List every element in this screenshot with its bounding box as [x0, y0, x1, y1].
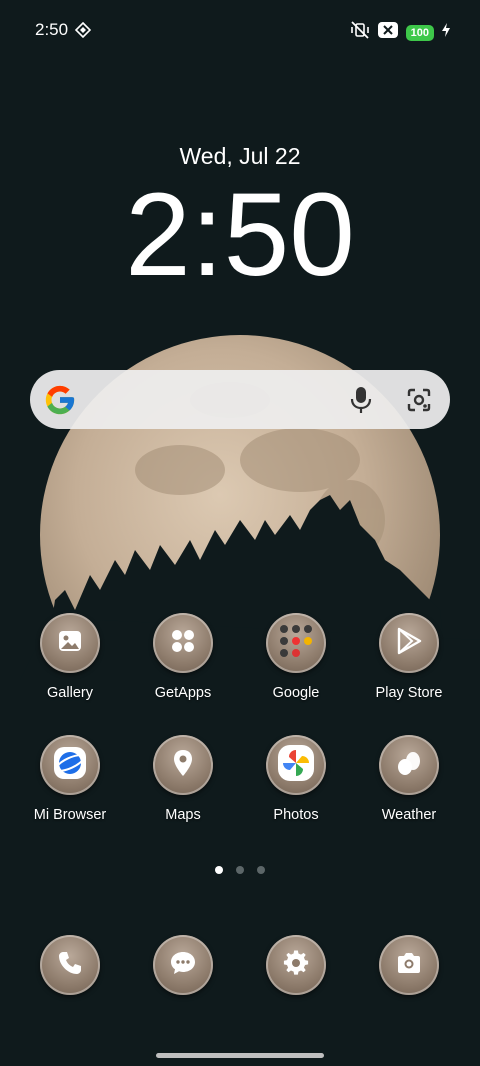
- google-g-icon: [43, 383, 77, 422]
- gallery-icon: [57, 628, 83, 659]
- photos-icon: [278, 744, 314, 786]
- play-store-app[interactable]: [379, 613, 439, 673]
- status-time: 2:50: [35, 20, 69, 39]
- app-label-mi-browser: Mi Browser: [33, 807, 107, 823]
- app-label-photos: Photos: [273, 807, 319, 823]
- phone-icon: [57, 950, 83, 981]
- status-bar: 2:50 100: [0, 0, 480, 62]
- page-dot-3[interactable]: [257, 866, 265, 874]
- app-label-maps: Maps: [165, 807, 201, 823]
- mi-browser-icon: [53, 746, 87, 785]
- status-icons: 100: [350, 21, 450, 44]
- maps-app[interactable]: [153, 735, 213, 795]
- home-indicator-bar[interactable]: [156, 1053, 324, 1058]
- play-store-icon: [396, 627, 422, 660]
- mute-vibrate-icon: [350, 21, 370, 44]
- getapps-app[interactable]: [153, 613, 213, 673]
- dock-settings[interactable]: [266, 935, 326, 995]
- google-folder-icon: [276, 621, 316, 666]
- date-widget[interactable]: Wed, Jul 22: [0, 143, 480, 170]
- gallery-app[interactable]: [40, 613, 100, 673]
- battery-level: 100: [405, 24, 434, 41]
- weather-app[interactable]: [379, 735, 439, 795]
- charging-bolt-icon: [442, 23, 450, 42]
- dock-messages[interactable]: [153, 935, 213, 995]
- app-label-play-store: Play Store: [375, 685, 443, 701]
- weather-icon: [395, 749, 423, 782]
- dock-camera[interactable]: [379, 935, 439, 995]
- dock-phone[interactable]: [40, 935, 100, 995]
- maps-icon: [172, 749, 194, 782]
- clock-widget[interactable]: 2:50: [0, 170, 480, 300]
- messages-icon: [169, 950, 197, 981]
- app-label-google: Google: [272, 685, 320, 701]
- page-dot-1[interactable]: [215, 866, 223, 874]
- google-folder[interactable]: [266, 613, 326, 673]
- getapps-icon: [170, 628, 196, 659]
- app-label-weather: Weather: [381, 807, 437, 823]
- settings-icon: [283, 949, 309, 981]
- vpn-diamond-icon: [74, 21, 92, 43]
- camera-icon: [396, 952, 422, 979]
- page-dot-2[interactable]: [236, 866, 244, 874]
- app-label-gallery: Gallery: [47, 685, 93, 701]
- mic-icon[interactable]: [350, 386, 372, 419]
- photos-app[interactable]: [266, 735, 326, 795]
- mi-browser-app[interactable]: [40, 735, 100, 795]
- google-search-bar[interactable]: [30, 370, 450, 429]
- page-indicator[interactable]: [0, 866, 480, 874]
- app-label-getapps: GetApps: [154, 685, 212, 701]
- lens-icon[interactable]: [406, 387, 432, 418]
- sim-x-icon: [377, 22, 398, 43]
